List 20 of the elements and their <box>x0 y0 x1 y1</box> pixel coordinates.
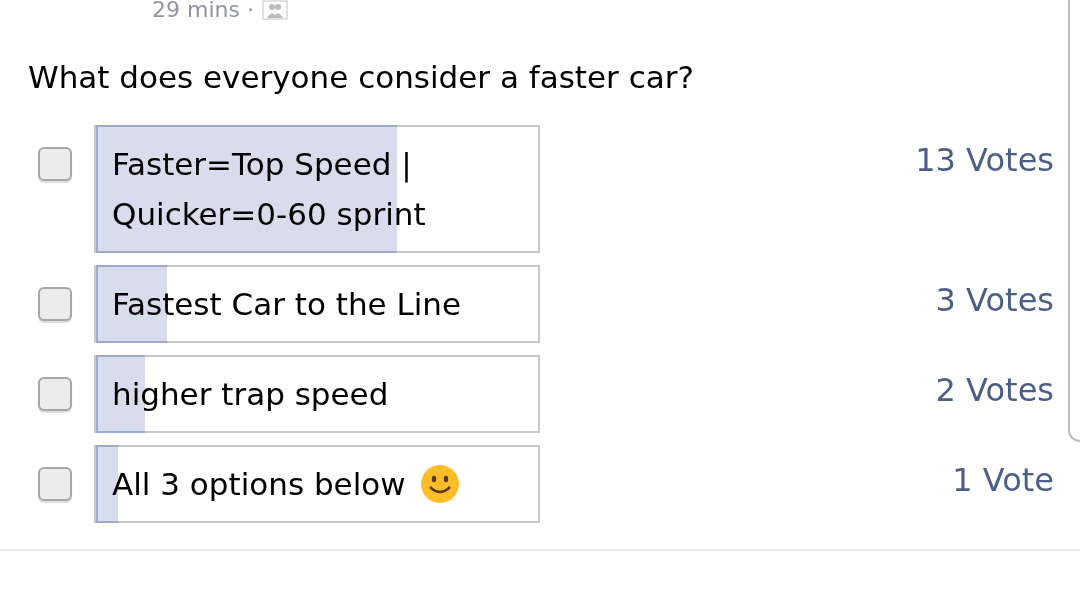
checkbox[interactable] <box>38 466 72 501</box>
option-bar[interactable]: Fastest Car to the Line <box>94 264 540 343</box>
option-label: higher trap speed <box>112 374 389 414</box>
poll-question: What does everyone consider a faster car? <box>27 58 695 97</box>
option-label: Fastest Car to the Line <box>112 284 462 324</box>
vote-count[interactable]: 1 Vote <box>952 444 1054 505</box>
vote-count[interactable]: 2 Votes <box>935 354 1054 415</box>
option-bar[interactable]: higher trap speed <box>94 354 540 433</box>
option-bar[interactable]: All 3 options below <box>94 444 540 523</box>
audience-icon <box>261 0 288 20</box>
vote-count[interactable]: 3 Votes <box>935 264 1054 325</box>
checkbox[interactable] <box>38 376 72 411</box>
vote-count[interactable]: 13 Votes <box>915 124 1054 185</box>
smiley-icon <box>419 463 460 504</box>
checkbox[interactable] <box>38 286 72 321</box>
option-label: Faster=Top Speed | Quicker=0-60 sprint <box>112 144 427 234</box>
option-bar[interactable]: Faster=Top Speed | Quicker=0-60 sprint <box>94 124 540 253</box>
checkbox[interactable] <box>38 146 72 181</box>
post-time: 29 mins · <box>152 0 254 20</box>
option-label: All 3 options below <box>112 464 406 504</box>
